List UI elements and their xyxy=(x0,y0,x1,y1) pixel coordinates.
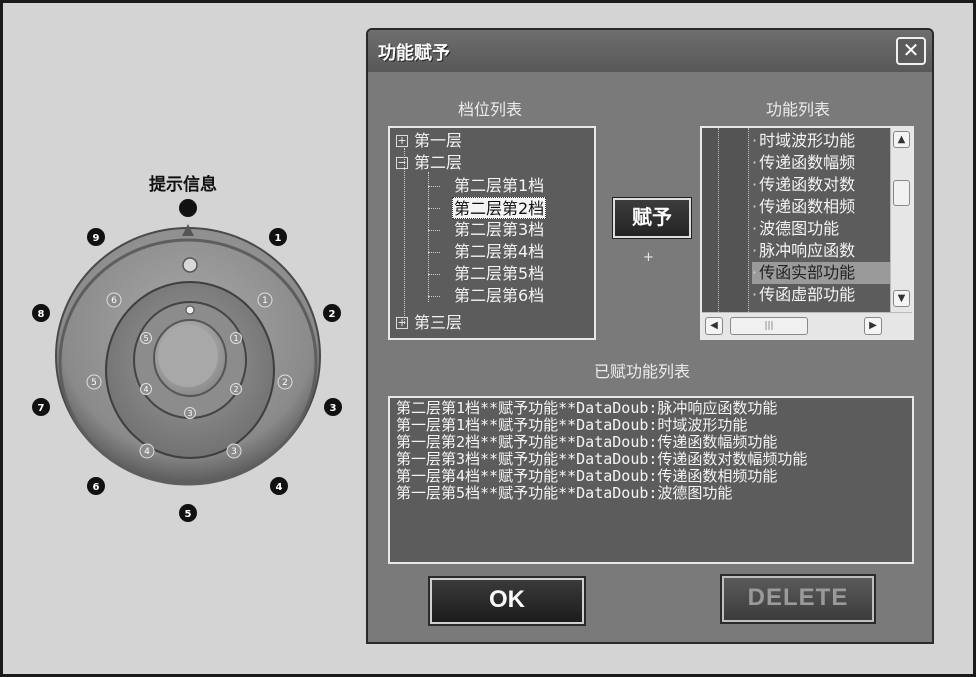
svg-text:5: 5 xyxy=(143,334,148,343)
assign-button[interactable]: 赋予 xyxy=(612,197,692,239)
function-list-hscroll[interactable]: ◀ ||| ▶ xyxy=(702,312,912,338)
outer-mark-1: 1 xyxy=(269,228,287,246)
middle-mark-6: 6 xyxy=(106,292,122,308)
knob-top-marker xyxy=(179,199,197,217)
svg-text:2: 2 xyxy=(233,385,238,394)
dialog-titlebar[interactable]: 功能赋予 ✕ xyxy=(368,30,932,72)
svg-text:7: 7 xyxy=(38,403,45,414)
svg-text:2: 2 xyxy=(329,309,336,320)
svg-text:2: 2 xyxy=(282,378,288,388)
tree-leaf[interactable]: 第二层第6档 xyxy=(454,285,544,307)
tree-leaf-selected[interactable]: 第二层第2档 xyxy=(452,197,547,219)
rotary-knob[interactable]: 1 2 3 4 5 6 7 8 9 1 2 3 4 5 6 1 2 3 4 5 … xyxy=(0,0,370,560)
svg-text:6: 6 xyxy=(111,296,117,306)
outer-mark-2: 2 xyxy=(323,304,341,322)
knob-indicator-dot xyxy=(182,257,198,273)
svg-text:3: 3 xyxy=(231,447,237,457)
tree-leaf[interactable]: 第二层第1档 xyxy=(454,175,544,197)
svg-text:3: 3 xyxy=(187,409,192,418)
tree-leaf[interactable]: 第二层第5档 xyxy=(454,263,544,285)
function-list[interactable]: · 时域波形功能 · 传递函数幅频 · 传递函数对数 · 传递函数相频 · 波德图功能 ·… xyxy=(700,126,914,340)
outer-mark-5: 5 xyxy=(179,504,197,522)
tree-leaf[interactable]: 第二层第3档 xyxy=(454,219,544,241)
svg-text:6: 6 xyxy=(93,482,100,493)
delete-button[interactable]: DELETE xyxy=(720,574,876,624)
middle-mark-5: 5 xyxy=(86,374,102,390)
svg-text:4: 4 xyxy=(143,385,148,394)
close-button[interactable]: ✕ xyxy=(896,37,926,65)
inner-mark-2: 2 xyxy=(230,383,242,395)
scroll-down-icon[interactable]: ▼ xyxy=(893,290,910,307)
function-item[interactable]: · 传递函数幅频 xyxy=(752,152,890,174)
expand-plus-icon[interactable]: + xyxy=(396,135,408,147)
assigned-item[interactable]: 第二层第1档**赋予功能**DataDoub:脉冲响应函数功能 xyxy=(396,400,906,417)
scroll-left-icon[interactable]: ◀ xyxy=(705,317,723,335)
inner-mark-4: 4 xyxy=(140,383,152,395)
middle-mark-4: 4 xyxy=(139,443,155,459)
expand-plus-icon[interactable]: + xyxy=(396,317,408,329)
function-assign-dialog: 功能赋予 ✕ 档位列表 功能列表 + 第一层 − 第二层 第二层第1档 第二层第… xyxy=(366,28,934,644)
assigned-function-list[interactable]: 第二层第1档**赋予功能**DataDoub:脉冲响应函数功能 第一层第1档**… xyxy=(388,396,914,564)
outer-mark-9: 9 xyxy=(87,228,105,246)
svg-text:3: 3 xyxy=(330,403,337,414)
inner-mark-3: 3 xyxy=(184,407,196,419)
outer-mark-4: 4 xyxy=(270,477,288,495)
ok-button[interactable]: OK xyxy=(428,576,586,626)
vscroll-thumb[interactable] xyxy=(893,180,910,206)
collapse-minus-icon[interactable]: − xyxy=(396,157,408,169)
plus-mark: + xyxy=(643,250,654,265)
svg-text:4: 4 xyxy=(276,482,283,493)
function-item[interactable]: · 传函虚部功能 xyxy=(752,284,890,306)
svg-text:9: 9 xyxy=(93,233,100,244)
function-item[interactable]: · 波德图功能 xyxy=(752,218,890,240)
svg-text:5: 5 xyxy=(91,378,97,388)
tree-leaf[interactable]: 第二层第4档 xyxy=(454,241,544,263)
function-item[interactable]: · 传递函数对数 xyxy=(752,174,890,196)
assigned-item[interactable]: 第一层第4档**赋予功能**DataDoub:传递函数相频功能 xyxy=(396,468,906,485)
middle-mark-1: 1 xyxy=(257,292,273,308)
function-item[interactable]: · 时域波形功能 xyxy=(752,130,890,152)
svg-text:8: 8 xyxy=(38,309,45,320)
svg-text:5: 5 xyxy=(185,509,192,520)
outer-mark-6: 6 xyxy=(87,477,105,495)
dialog-title: 功能赋予 xyxy=(378,43,450,64)
svg-text:1: 1 xyxy=(233,334,238,343)
function-item-highlighted[interactable]: · 传函实部功能 xyxy=(752,262,890,284)
inner-mark-1: 1 xyxy=(230,332,242,344)
outer-mark-8: 8 xyxy=(32,304,50,322)
outer-mark-3: 3 xyxy=(324,398,342,416)
inner-mark-5: 5 xyxy=(140,332,152,344)
function-item[interactable]: · 传递函数相频 xyxy=(752,196,890,218)
assigned-list-label: 已赋功能列表 xyxy=(594,362,691,381)
middle-mark-3: 3 xyxy=(226,443,242,459)
close-icon: ✕ xyxy=(902,38,920,62)
svg-text:1: 1 xyxy=(275,233,282,244)
function-list-vscroll[interactable]: ▲ ▼ xyxy=(890,128,912,312)
assigned-item[interactable]: 第一层第2档**赋予功能**DataDoub:传递函数幅频功能 xyxy=(396,434,906,451)
outer-mark-7: 7 xyxy=(32,398,50,416)
assigned-item[interactable]: 第一层第5档**赋予功能**DataDoub:波德图功能 xyxy=(396,485,906,502)
function-item[interactable]: · 脉冲响应函数 xyxy=(752,240,890,262)
svg-text:1: 1 xyxy=(262,296,268,306)
middle-mark-2: 2 xyxy=(277,374,293,390)
scroll-up-icon[interactable]: ▲ xyxy=(893,131,910,148)
gear-tree[interactable]: + 第一层 − 第二层 第二层第1档 第二层第2档 第二层第3档 第二层第4档 … xyxy=(388,126,596,340)
assigned-item[interactable]: 第一层第3档**赋予功能**DataDoub:传递函数对数幅频功能 xyxy=(396,451,906,468)
scroll-right-icon[interactable]: ▶ xyxy=(864,317,882,335)
gear-list-label: 档位列表 xyxy=(458,100,523,119)
hscroll-thumb[interactable]: ||| xyxy=(730,317,808,335)
assigned-item[interactable]: 第一层第1档**赋予功能**DataDoub:时域波形功能 xyxy=(396,417,906,434)
function-list-label: 功能列表 xyxy=(766,100,831,119)
svg-text:4: 4 xyxy=(144,447,150,457)
